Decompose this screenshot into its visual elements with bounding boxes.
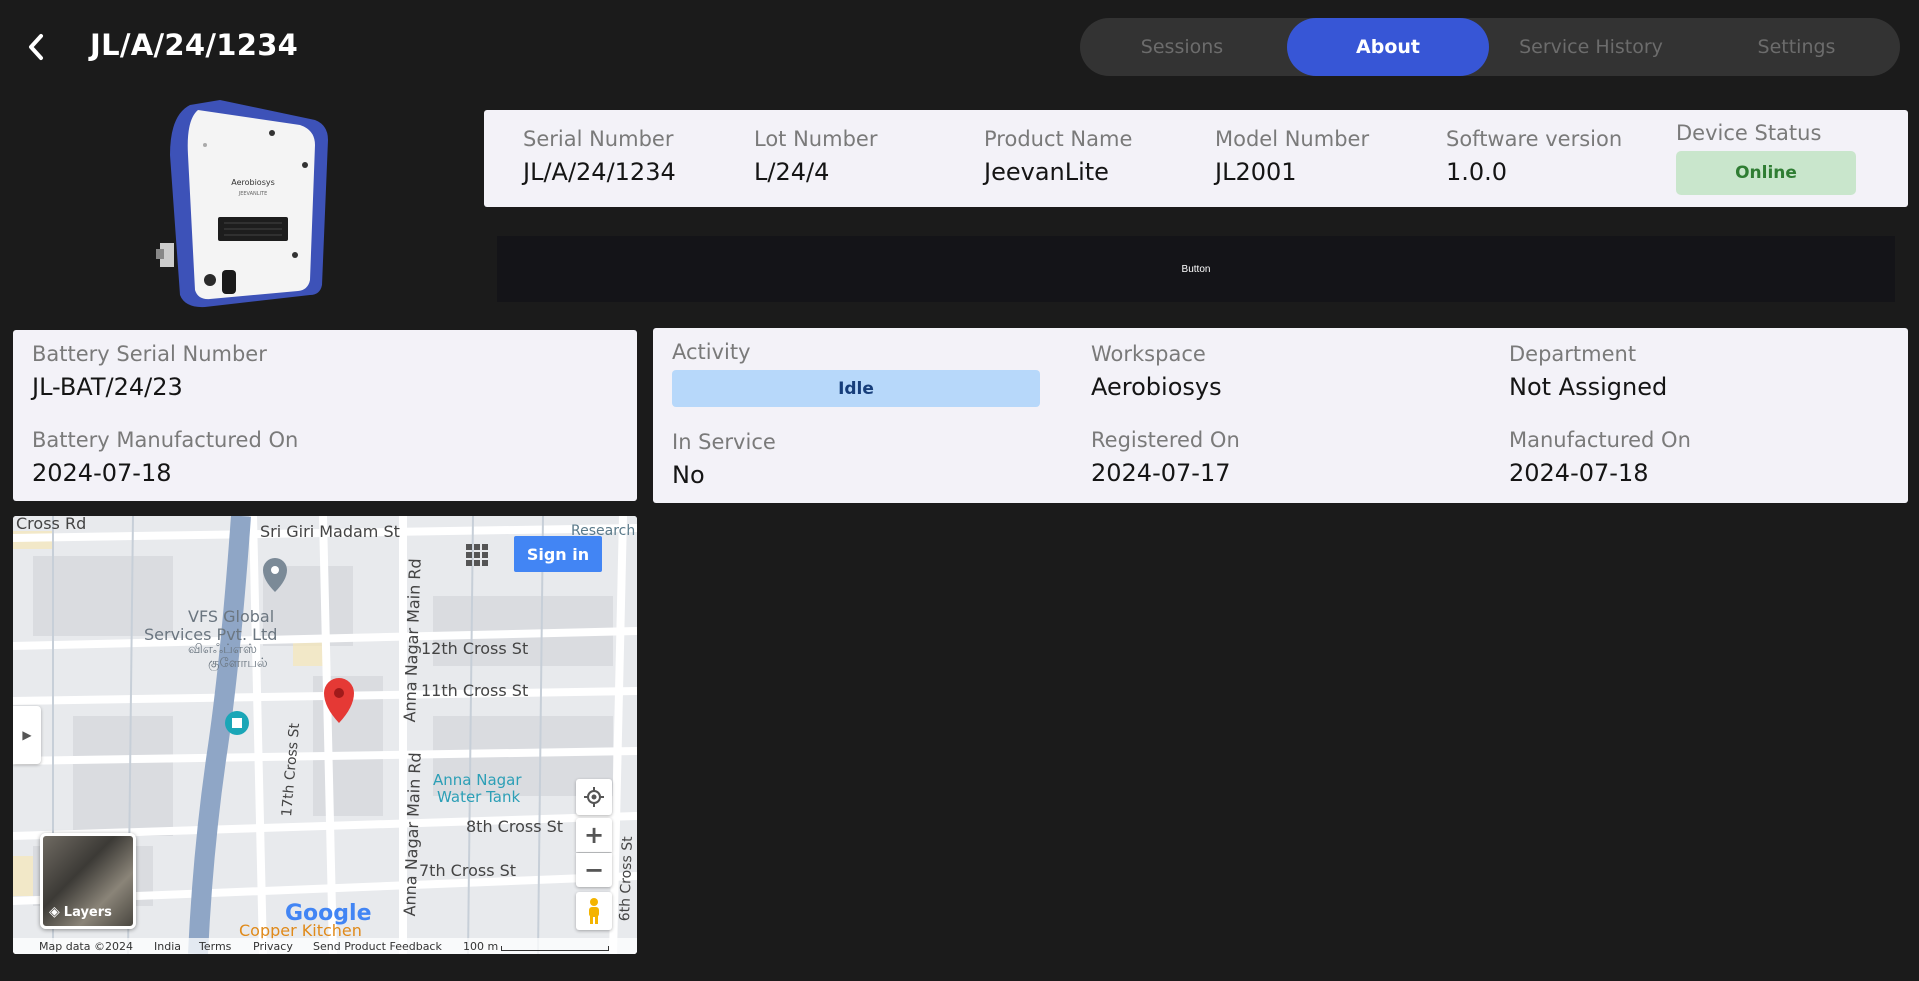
tab-service-history[interactable]: Service History [1489,18,1693,76]
chevron-left-icon [29,34,43,60]
device-brand: Aerobiosys [231,178,275,187]
software-version-value: 1.0.0 [1446,158,1508,186]
zoom-in-button[interactable]: + [576,818,612,852]
workspace-value: Aerobiosys [1091,373,1222,401]
serial-number-field: Serial Number JL/A/24/1234 [523,127,676,186]
map-scale-text: 100 m [463,940,499,953]
crosshair-icon [584,787,604,807]
map-feedback-link[interactable]: Send Product Feedback [313,940,442,953]
map-label-tank-1: Anna Nagar [433,771,522,789]
model-number-value: JL2001 [1215,158,1297,186]
apps-grid-icon[interactable] [466,544,488,566]
workspace-field: Workspace Aerobiosys [1091,342,1222,401]
map-label-7th-cross: 7th Cross St [419,861,517,880]
map-label-sri-giri: Sri Giri Madam St [260,522,400,541]
pegman-icon [589,898,599,924]
battery-serial-label: Battery Serial Number [32,342,267,366]
map-scale-bar [501,946,609,951]
department-value: Not Assigned [1509,373,1668,401]
map-country-link[interactable]: India [154,940,181,953]
activity-field: Activity Idle [672,340,1040,407]
in-service-label: In Service [672,430,776,454]
registered-on-value: 2024-07-17 [1091,459,1231,487]
map-label-11th-cross: 11th Cross St [421,681,529,700]
model-number-label: Model Number [1215,127,1370,151]
battery-serial-field: Battery Serial Number JL-BAT/24/23 [32,342,267,401]
layers-button[interactable]: ◈ Layers [40,833,136,929]
sign-in-button[interactable]: Sign in [514,536,602,572]
map-label-8th-cross: 8th Cross St [466,817,564,836]
map-label-vfs-tamil-2: குளோபல் [208,656,268,671]
device-image: Aerobiosys JEEVANLITE [150,95,335,310]
in-service-value: No [672,461,705,489]
lot-number-value: L/24/4 [754,158,830,186]
map-label-vfs-1: VFS Global [188,607,275,626]
department-label: Department [1509,342,1637,366]
map[interactable]: Cross Rd Sri Giri Madam St Research VFS … [13,516,637,954]
registered-on-label: Registered On [1091,428,1240,452]
details-card: Activity Idle Workspace Aerobiosys Depar… [653,328,1908,503]
minus-icon: − [583,856,605,884]
map-data-text: Map data ©2024 [39,940,133,953]
tab-settings[interactable]: Settings [1693,18,1900,76]
battery-mfg-label: Battery Manufactured On [32,428,299,452]
my-location-button[interactable] [576,779,612,815]
map-label-12th-cross: 12th Cross St [421,639,529,658]
tab-sessions[interactable]: Sessions [1080,18,1284,76]
software-version-field: Software version 1.0.0 [1446,127,1622,186]
tab-about[interactable]: About [1287,18,1489,76]
street-view-button[interactable] [576,892,612,930]
map-terms-link[interactable]: Terms [199,940,231,953]
action-button[interactable]: Button [497,236,1895,302]
layers-icon: ◈ [49,904,60,920]
google-logo: Google [285,901,372,926]
activity-badge: Idle [672,370,1040,407]
device-sub: JEEVANLITE [238,191,268,197]
registered-on-field: Registered On 2024-07-17 [1091,428,1240,487]
map-label-tank-2: Water Tank [437,788,521,806]
map-label-cross-rd: Cross Rd [16,516,87,533]
tab-bar: Sessions About Service History Settings [1080,18,1900,76]
lot-number-label: Lot Number [754,127,878,151]
map-footer: Map data ©2024 India Terms Privacy Send … [13,938,637,954]
chevron-right-icon: ▶ [22,728,32,742]
lot-number-field: Lot Number L/24/4 [754,127,877,186]
map-label-6th-cross: 6th Cross St [617,836,636,922]
status-badge: Online [1676,151,1856,195]
workspace-label: Workspace [1091,342,1206,366]
manufactured-on-field: Manufactured On 2024-07-18 [1509,428,1691,487]
plus-icon: + [583,821,605,849]
department-field: Department Not Assigned [1509,342,1667,401]
page-title: JL/A/24/1234 [90,28,299,62]
device-status-field: Device Status Online [1676,121,1856,195]
battery-mfg-field: Battery Manufactured On 2024-07-18 [32,428,298,487]
product-name-value: JeevanLite [984,158,1109,186]
activity-label: Activity [672,340,751,364]
back-button[interactable] [18,26,54,68]
top-bar: JL/A/24/1234 Sessions About Service Hist… [0,0,1919,95]
software-version-label: Software version [1446,127,1623,151]
manufactured-on-label: Manufactured On [1509,428,1691,452]
product-name-label: Product Name [984,127,1133,151]
expand-panel-button[interactable]: ▶ [13,706,41,764]
battery-serial-value: JL-BAT/24/23 [32,373,183,401]
device-status-label: Device Status [1676,121,1822,145]
map-privacy-link[interactable]: Privacy [253,940,293,953]
device-info-card: Serial Number JL/A/24/1234 Lot Number L/… [484,110,1908,207]
layers-label: Layers [63,904,112,920]
battery-card: Battery Serial Number JL-BAT/24/23 Batte… [13,330,637,501]
manufactured-on-value: 2024-07-18 [1509,459,1649,487]
zoom-out-button[interactable]: − [576,853,612,887]
in-service-field: In Service No [672,430,776,489]
serial-number-value: JL/A/24/1234 [523,158,676,186]
model-number-field: Model Number JL2001 [1215,127,1369,186]
serial-number-label: Serial Number [523,127,674,151]
product-name-field: Product Name JeevanLite [984,127,1132,186]
battery-mfg-value: 2024-07-18 [32,459,172,487]
